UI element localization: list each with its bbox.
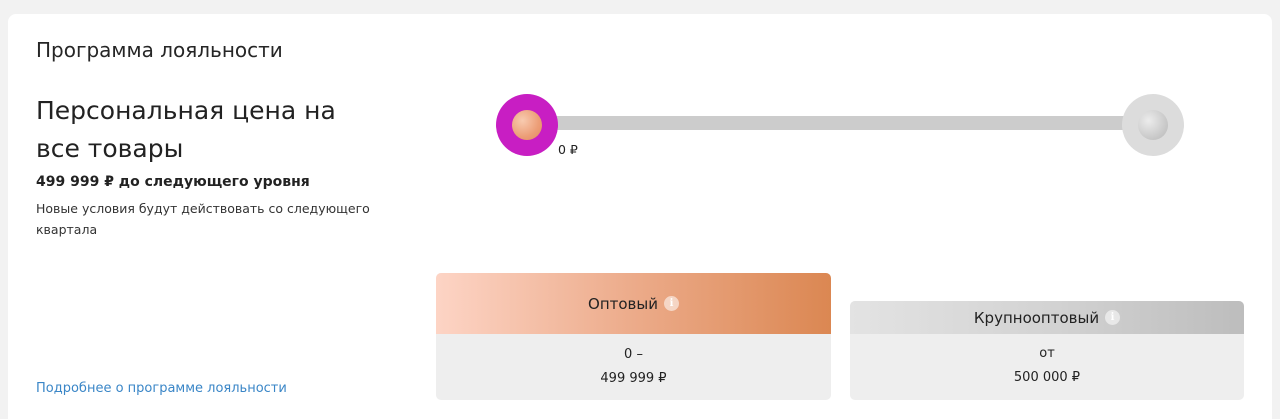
section-title: Программа лояльности [36, 38, 283, 62]
tier-card-large-wholesale: Крупнооптовый i от 500 000 ₽ [850, 301, 1244, 400]
tier-range: от 500 000 ₽ [850, 334, 1244, 390]
tier-range: 0 – 499 999 ₽ [436, 334, 831, 391]
tier-header: Крупнооптовый i [850, 301, 1244, 334]
loyalty-details-link[interactable]: Подробнее о программе лояльности [36, 381, 287, 396]
progress-value-label: 0 ₽ [558, 142, 578, 157]
progress-next-marker [1122, 94, 1184, 156]
progress-current-marker [496, 94, 558, 156]
tier-name: Крупнооптовый [973, 308, 1100, 327]
tier-range-line: от [1039, 346, 1055, 361]
level-note: Новые условия будут действовать со следу… [36, 201, 370, 237]
tier-card-wholesale: Оптовый i 0 – 499 999 ₽ [436, 273, 831, 400]
tier-range-line: 500 000 ₽ [1013, 370, 1081, 385]
tier-range-line: 0 – [624, 347, 643, 362]
progress-track [528, 116, 1158, 130]
loyalty-program-card: Программа лояльности Персональная цена н… [8, 14, 1272, 419]
next-level-icon [1138, 110, 1168, 140]
current-level-icon [512, 110, 542, 140]
remaining-to-next-level: 499 999 ₽ до следующего уровня [36, 174, 310, 190]
info-icon[interactable]: i [1105, 310, 1121, 325]
page-top-strip [0, 0, 1280, 14]
tier-name: Оптовый [588, 294, 658, 313]
level-title: Персональная цена на все товары [36, 96, 336, 163]
info-icon[interactable]: i [663, 296, 679, 311]
tier-header: Оптовый i [436, 273, 831, 334]
tier-range-line: 499 999 ₽ [600, 371, 667, 386]
